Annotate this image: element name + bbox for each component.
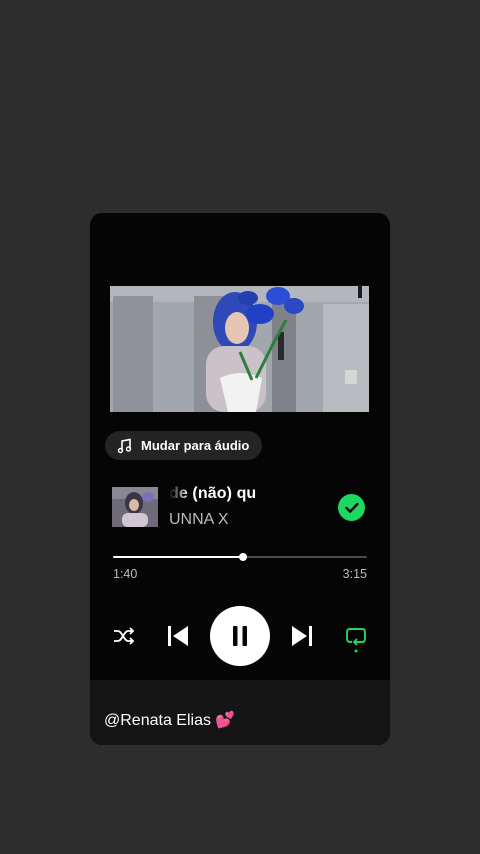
- repeat-icon: [346, 628, 366, 653]
- repeat-button[interactable]: [344, 624, 368, 654]
- music-video[interactable]: [110, 286, 369, 412]
- album-art-image: [112, 487, 158, 527]
- next-track-button[interactable]: [290, 624, 314, 648]
- progress-bar[interactable]: [113, 553, 367, 561]
- title-marquee-fade: [169, 485, 189, 507]
- elapsed-time: 1:40: [113, 567, 138, 581]
- skip-next-icon: [292, 626, 312, 646]
- now-playing-card: Mudar para áudio de (não) qu UNNA X 1:40…: [90, 213, 390, 745]
- track-title: de (não) qu: [169, 485, 334, 507]
- album-art: [112, 487, 158, 527]
- pause-button[interactable]: [210, 606, 270, 666]
- shuffle-button[interactable]: [112, 624, 136, 648]
- previous-track-button[interactable]: [166, 624, 190, 648]
- playback-controls: [90, 604, 390, 666]
- total-duration: 3:15: [342, 567, 367, 581]
- music-video-frame: [110, 286, 369, 412]
- track-artist: UNNA X: [169, 511, 229, 528]
- saved-to-library-button[interactable]: [338, 494, 365, 521]
- switch-to-audio-button[interactable]: Mudar para áudio: [105, 431, 263, 460]
- music-note-icon: [117, 438, 132, 453]
- progress-handle[interactable]: [239, 553, 248, 561]
- switch-to-audio-label: Mudar para áudio: [141, 438, 250, 453]
- checkmark-icon: [344, 502, 359, 513]
- story-caption: @Renata Elias 💕: [104, 712, 236, 729]
- track-info[interactable]: de (não) qu UNNA X: [112, 485, 378, 529]
- pause-icon: [233, 626, 247, 646]
- progress-fill: [113, 556, 244, 558]
- skip-previous-icon: [168, 626, 188, 646]
- shuffle-icon: [114, 627, 135, 645]
